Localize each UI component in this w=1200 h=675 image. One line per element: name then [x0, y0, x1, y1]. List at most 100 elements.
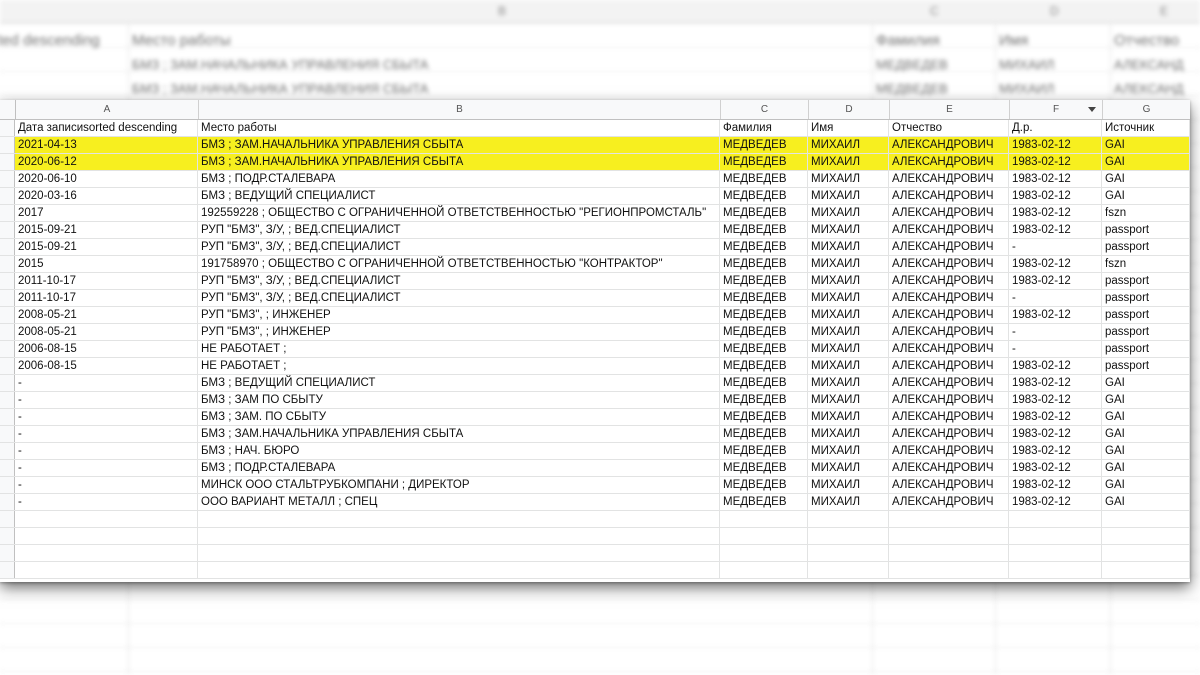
cell-name[interactable]: МИХАИЛ [808, 375, 889, 391]
cell-surname[interactable]: МЕДВЕДЕВ [720, 205, 808, 221]
cell-birthdate[interactable]: 1983-02-12 [1009, 443, 1102, 459]
cell-name[interactable]: Имя [808, 120, 889, 136]
cell-patronymic[interactable]: АЛЕКСАНДРОВИЧ [889, 273, 1009, 289]
row-number-cell[interactable] [0, 239, 15, 255]
cell-source[interactable]: GAI [1102, 443, 1190, 459]
row-number-cell[interactable] [0, 222, 15, 238]
cell-workplace[interactable]: БМЗ ; НАЧ. БЮРО [198, 443, 720, 459]
cell-surname[interactable]: МЕДВЕДЕВ [720, 477, 808, 493]
cell-workplace[interactable] [198, 511, 720, 527]
row-number-cell[interactable] [0, 137, 15, 153]
select-all-corner[interactable] [0, 100, 16, 119]
cell-workplace[interactable]: БМЗ ; ЗАМ. ПО СБЫТУ [198, 409, 720, 425]
cell-name[interactable]: МИХАИЛ [808, 171, 889, 187]
cell-name[interactable]: МИХАИЛ [808, 137, 889, 153]
cell-source[interactable]: GAI [1102, 477, 1190, 493]
cell-date[interactable]: 2008-05-21 [15, 307, 198, 323]
cell-name[interactable]: МИХАИЛ [808, 494, 889, 510]
cell-patronymic[interactable]: АЛЕКСАНДРОВИЧ [889, 137, 1009, 153]
cell-name[interactable]: МИХАИЛ [808, 290, 889, 306]
cell-workplace[interactable]: БМЗ ; ПОДР.СТАЛЕВАРА [198, 460, 720, 476]
cell-patronymic[interactable]: АЛЕКСАНДРОВИЧ [889, 460, 1009, 476]
cell-patronymic[interactable]: АЛЕКСАНДРОВИЧ [889, 494, 1009, 510]
cell-source[interactable]: GAI [1102, 375, 1190, 391]
cell-birthdate[interactable] [1009, 562, 1102, 578]
row-number-cell[interactable] [0, 324, 15, 340]
cell-patronymic[interactable]: АЛЕКСАНДРОВИЧ [889, 239, 1009, 255]
cell-surname[interactable]: МЕДВЕДЕВ [720, 443, 808, 459]
cell-birthdate[interactable]: Д.р. [1009, 120, 1102, 136]
cell-name[interactable]: МИХАИЛ [808, 307, 889, 323]
cell-birthdate[interactable] [1009, 511, 1102, 527]
cell-name[interactable]: МИХАИЛ [808, 358, 889, 374]
cell-source[interactable]: GAI [1102, 426, 1190, 442]
cell-birthdate[interactable]: - [1009, 341, 1102, 357]
cell-patronymic[interactable]: АЛЕКСАНДРОВИЧ [889, 477, 1009, 493]
cell-workplace[interactable]: РУП "БМЗ", З/У, ; ВЕД.СПЕЦИАЛИСТ [198, 222, 720, 238]
row-number-cell[interactable] [0, 341, 15, 357]
cell-birthdate[interactable]: 1983-02-12 [1009, 392, 1102, 408]
cell-birthdate[interactable]: 1983-02-12 [1009, 375, 1102, 391]
cell-patronymic[interactable]: АЛЕКСАНДРОВИЧ [889, 341, 1009, 357]
cell-surname[interactable]: МЕДВЕДЕВ [720, 307, 808, 323]
cell-workplace[interactable]: БМЗ ; ЗАМ ПО СБЫТУ [198, 392, 720, 408]
cell-surname[interactable]: МЕДВЕДЕВ [720, 239, 808, 255]
column-header-e[interactable]: E [890, 100, 1010, 119]
cell-name[interactable] [808, 562, 889, 578]
cell-name[interactable]: МИХАИЛ [808, 324, 889, 340]
column-header-c[interactable]: C [721, 100, 809, 119]
cell-birthdate[interactable]: 1983-02-12 [1009, 426, 1102, 442]
cell-surname[interactable]: МЕДВЕДЕВ [720, 154, 808, 170]
cell-date[interactable]: - [15, 443, 198, 459]
cell-source[interactable]: passport [1102, 341, 1190, 357]
cell-patronymic[interactable]: АЛЕКСАНДРОВИЧ [889, 290, 1009, 306]
cell-date[interactable] [15, 511, 198, 527]
cell-surname[interactable] [720, 528, 808, 544]
cell-source[interactable]: fszn [1102, 205, 1190, 221]
cell-birthdate[interactable]: 1983-02-12 [1009, 188, 1102, 204]
cell-patronymic[interactable]: АЛЕКСАНДРОВИЧ [889, 392, 1009, 408]
cell-source[interactable]: GAI [1102, 392, 1190, 408]
cell-birthdate[interactable]: 1983-02-12 [1009, 273, 1102, 289]
cell-workplace[interactable]: РУП "БМЗ", ; ИНЖЕНЕР [198, 307, 720, 323]
cell-date[interactable] [15, 545, 198, 561]
cell-date[interactable]: 2020-06-10 [15, 171, 198, 187]
row-number-cell[interactable] [0, 154, 15, 170]
cell-patronymic[interactable] [889, 562, 1009, 578]
cell-surname[interactable]: МЕДВЕДЕВ [720, 409, 808, 425]
cell-surname[interactable]: МЕДВЕДЕВ [720, 341, 808, 357]
cell-birthdate[interactable]: 1983-02-12 [1009, 137, 1102, 153]
cell-name[interactable]: МИХАИЛ [808, 239, 889, 255]
cell-date[interactable] [15, 562, 198, 578]
column-header-a[interactable]: A [16, 100, 199, 119]
cell-patronymic[interactable]: АЛЕКСАНДРОВИЧ [889, 154, 1009, 170]
cell-name[interactable] [808, 511, 889, 527]
row-number-cell[interactable] [0, 460, 15, 476]
cell-date[interactable]: 2017 [15, 205, 198, 221]
cell-date[interactable]: Дата записиsorted descending [15, 120, 198, 136]
cell-patronymic[interactable]: АЛЕКСАНДРОВИЧ [889, 324, 1009, 340]
cell-workplace[interactable]: МИНСК ООО СТАЛЬТРУБКОМПАНИ ; ДИРЕКТОР [198, 477, 720, 493]
cell-name[interactable] [808, 545, 889, 561]
cell-patronymic[interactable]: АЛЕКСАНДРОВИЧ [889, 188, 1009, 204]
row-number-cell[interactable] [0, 358, 15, 374]
cell-patronymic[interactable]: АЛЕКСАНДРОВИЧ [889, 205, 1009, 221]
cell-patronymic[interactable]: АЛЕКСАНДРОВИЧ [889, 171, 1009, 187]
cell-birthdate[interactable]: 1983-02-12 [1009, 205, 1102, 221]
cell-surname[interactable]: МЕДВЕДЕВ [720, 188, 808, 204]
cell-name[interactable]: МИХАИЛ [808, 256, 889, 272]
cell-source[interactable] [1102, 528, 1190, 544]
cell-source[interactable]: GAI [1102, 188, 1190, 204]
cell-birthdate[interactable]: 1983-02-12 [1009, 460, 1102, 476]
cell-source[interactable]: Источник [1102, 120, 1190, 136]
row-number-cell[interactable] [0, 562, 15, 578]
cell-birthdate[interactable]: 1983-02-12 [1009, 494, 1102, 510]
cell-source[interactable]: GAI [1102, 494, 1190, 510]
cell-name[interactable]: МИХАИЛ [808, 188, 889, 204]
cell-surname[interactable]: МЕДВЕДЕВ [720, 222, 808, 238]
cell-workplace[interactable]: БМЗ ; ПОДР.СТАЛЕВАРА [198, 171, 720, 187]
cell-surname[interactable] [720, 511, 808, 527]
cell-source[interactable]: passport [1102, 324, 1190, 340]
cell-date[interactable]: - [15, 375, 198, 391]
cell-surname[interactable]: МЕДВЕДЕВ [720, 273, 808, 289]
